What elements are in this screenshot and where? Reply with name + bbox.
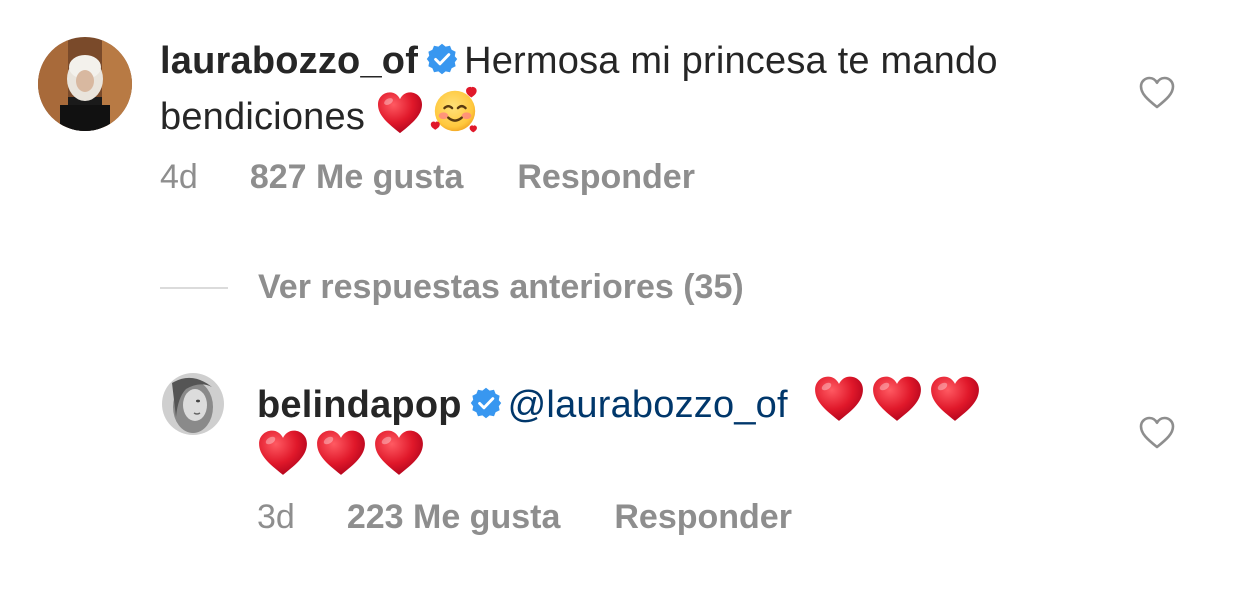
username[interactable]: belindapop <box>257 384 462 426</box>
avatar[interactable] <box>162 373 224 435</box>
red-heart-icon <box>871 375 923 423</box>
red-heart-icon <box>813 375 865 423</box>
comment-meta: 3d 223 Me gusta Responder <box>257 498 792 537</box>
comment-belindapop: belindapop @laurabozzo_of 3d 223 Me gusta… <box>0 0 1242 593</box>
red-heart-icon <box>315 429 367 477</box>
likes-count[interactable]: 223 Me gusta <box>347 498 561 537</box>
red-heart-icon <box>929 375 981 423</box>
mention-link[interactable]: @laurabozzo_of <box>508 384 788 426</box>
reply-button[interactable]: Responder <box>614 498 792 537</box>
verified-badge-icon <box>470 387 501 419</box>
timestamp[interactable]: 3d <box>257 498 295 537</box>
red-heart-icon <box>373 429 425 477</box>
red-heart-icon <box>257 429 309 477</box>
like-heart-icon[interactable] <box>1139 416 1175 450</box>
comment-text: belindapop @laurabozzo_of <box>257 375 1117 483</box>
